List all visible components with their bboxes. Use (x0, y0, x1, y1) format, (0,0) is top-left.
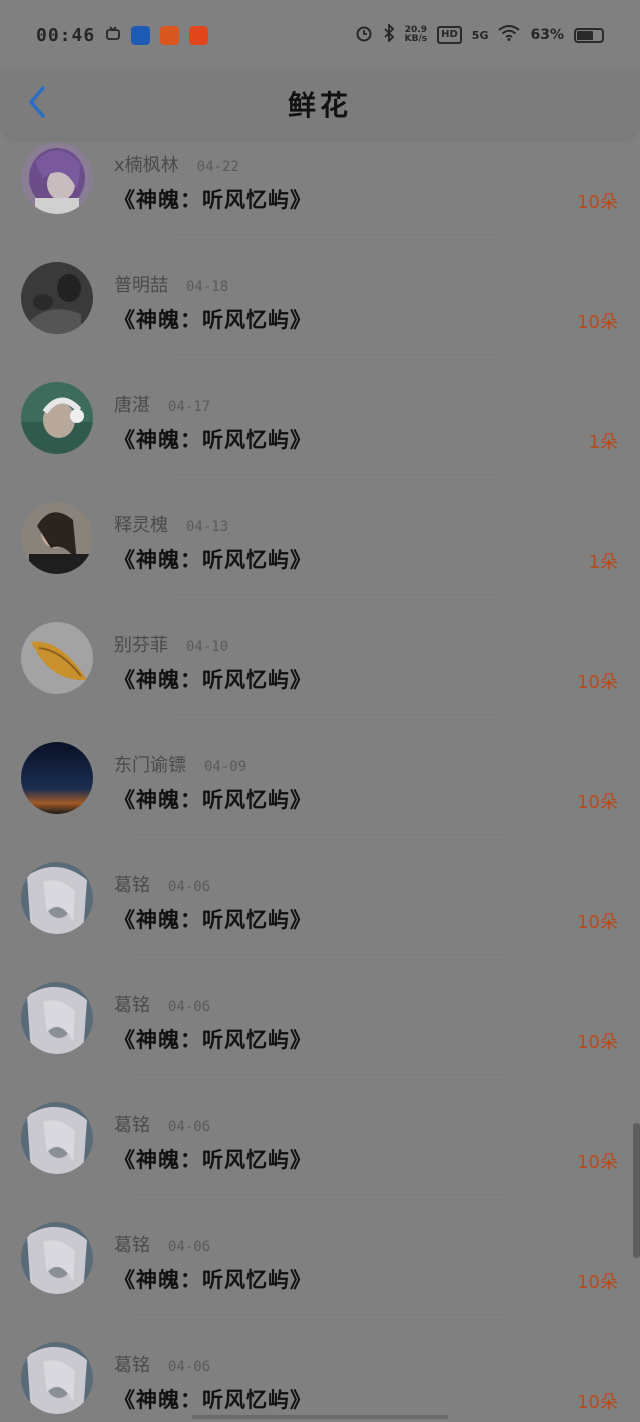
flower-count: 1朵 (588, 432, 618, 453)
user-name: 葛铭 (114, 1355, 150, 1376)
book-title[interactable]: 《神魄：听风忆屿》 (114, 424, 312, 454)
list-item[interactable]: x楠枫林 04-22 《神魄：听风忆屿》 10朵 (0, 138, 640, 258)
flower-count: 10朵 (577, 1272, 618, 1293)
status-bar: 00:46 20.9 KB/s HD 5G 63% (0, 0, 640, 70)
divider (130, 837, 510, 838)
taobao-icon (189, 25, 209, 45)
post-date: 04-06 (168, 1239, 211, 1255)
avatar[interactable] (21, 1342, 93, 1414)
cellular-label: 5G (471, 28, 489, 42)
book-title[interactable]: 《神魄：听风忆屿》 (114, 544, 312, 574)
book-title[interactable]: 《神魄：听风忆屿》 (114, 904, 312, 934)
flower-count: 10朵 (577, 1032, 618, 1053)
wifi-icon (498, 25, 521, 45)
avatar[interactable] (21, 622, 93, 694)
avatar[interactable] (21, 1102, 93, 1174)
flower-count: 10朵 (577, 912, 618, 933)
divider (130, 1077, 510, 1078)
book-title[interactable]: 《神魄：听风忆屿》 (114, 304, 312, 334)
user-name: 普明喆 (114, 275, 168, 296)
post-date: 04-22 (196, 159, 239, 175)
post-date: 04-18 (186, 279, 229, 295)
post-date: 04-10 (186, 639, 229, 655)
list-item[interactable]: 别芬菲 04-10 《神魄：听风忆屿》 10朵 (0, 618, 640, 738)
status-time: 00:46 (36, 24, 96, 46)
user-name: 释灵槐 (114, 515, 168, 536)
list-item[interactable]: 葛铭 04-06 《神魄：听风忆屿》 10朵 (0, 978, 640, 1098)
avatar[interactable] (21, 742, 93, 814)
book-title[interactable]: 《神魄：听风忆屿》 (114, 664, 312, 694)
post-date: 04-06 (168, 999, 211, 1015)
hd-badge: HD (437, 26, 462, 44)
list-item[interactable]: 东门谕镖 04-09 《神魄：听风忆屿》 10朵 (0, 738, 640, 858)
divider (170, 717, 500, 718)
avatar[interactable] (21, 982, 93, 1054)
tv-icon (105, 25, 121, 46)
post-date: 04-17 (168, 399, 211, 415)
book-title[interactable]: 《神魄：听风忆屿》 (114, 1264, 312, 1294)
app-blue-icon (131, 25, 151, 45)
divider (170, 597, 500, 598)
flower-list: x楠枫林 04-22 《神魄：听风忆屿》 10朵 普明喆 04-18 《神魄：听… (0, 138, 640, 1422)
divider (170, 357, 500, 358)
list-item[interactable]: 普明喆 04-18 《神魄：听风忆屿》 10朵 (0, 258, 640, 378)
book-title[interactable]: 《神魄：听风忆屿》 (114, 1384, 312, 1414)
flower-count: 10朵 (577, 1152, 618, 1173)
user-name: 葛铭 (114, 995, 150, 1016)
alarm-icon (355, 24, 373, 46)
flower-count: 10朵 (577, 672, 618, 693)
list-item[interactable]: 葛铭 04-06 《神魄：听风忆屿》 10朵 (0, 1338, 640, 1422)
network-speed: 20.9 KB/s (404, 25, 428, 44)
battery-percent: 63% (530, 27, 564, 43)
header: 鲜花 (0, 70, 640, 138)
book-title[interactable]: 《神魄：听风忆屿》 (114, 184, 312, 214)
post-date: 04-09 (204, 759, 247, 775)
book-title[interactable]: 《神魄：听风忆屿》 (114, 1024, 312, 1054)
avatar[interactable] (21, 382, 93, 454)
book-title[interactable]: 《神魄：听风忆屿》 (114, 1144, 312, 1174)
avatar[interactable] (21, 1222, 93, 1294)
avatar[interactable] (21, 142, 93, 214)
chevron-left-icon (27, 85, 47, 123)
post-date: 04-06 (168, 1359, 211, 1375)
home-indicator[interactable] (192, 1415, 448, 1419)
flower-count: 10朵 (577, 312, 618, 333)
list-item[interactable]: 葛铭 04-06 《神魄：听风忆屿》 10朵 (0, 858, 640, 978)
back-button[interactable] (22, 86, 52, 122)
post-date: 04-06 (168, 1119, 211, 1135)
flower-count: 10朵 (577, 192, 618, 213)
divider (130, 957, 510, 958)
flower-count: 10朵 (577, 1392, 618, 1413)
bluetooth-icon (383, 22, 395, 46)
divider (170, 477, 500, 478)
avatar[interactable] (21, 262, 93, 334)
flower-count: 1朵 (588, 552, 618, 573)
divider (130, 1197, 510, 1198)
app-orange-icon (160, 25, 180, 45)
user-name: 唐湛 (114, 395, 150, 416)
flower-count: 10朵 (577, 792, 618, 813)
page-title: 鲜花 (287, 89, 352, 122)
divider (170, 237, 500, 238)
battery-icon (574, 27, 604, 43)
user-name: 别芬菲 (114, 635, 168, 656)
post-date: 04-13 (186, 519, 229, 535)
list-item[interactable]: 释灵槐 04-13 《神魄：听风忆屿》 1朵 (0, 498, 640, 618)
list-item[interactable]: 葛铭 04-06 《神魄：听风忆屿》 10朵 (0, 1098, 640, 1218)
book-title[interactable]: 《神魄：听风忆屿》 (114, 784, 312, 814)
avatar[interactable] (21, 502, 93, 574)
user-name: 葛铭 (114, 875, 150, 896)
list-item[interactable]: 唐湛 04-17 《神魄：听风忆屿》 1朵 (0, 378, 640, 498)
user-name: 葛铭 (114, 1235, 150, 1256)
user-name: x楠枫林 (114, 155, 179, 176)
post-date: 04-06 (168, 879, 211, 895)
divider (130, 1317, 510, 1318)
user-name: 东门谕镖 (114, 755, 186, 776)
user-name: 葛铭 (114, 1115, 150, 1136)
scrollbar[interactable] (633, 1123, 640, 1258)
avatar[interactable] (21, 862, 93, 934)
list-item[interactable]: 葛铭 04-06 《神魄：听风忆屿》 10朵 (0, 1218, 640, 1338)
